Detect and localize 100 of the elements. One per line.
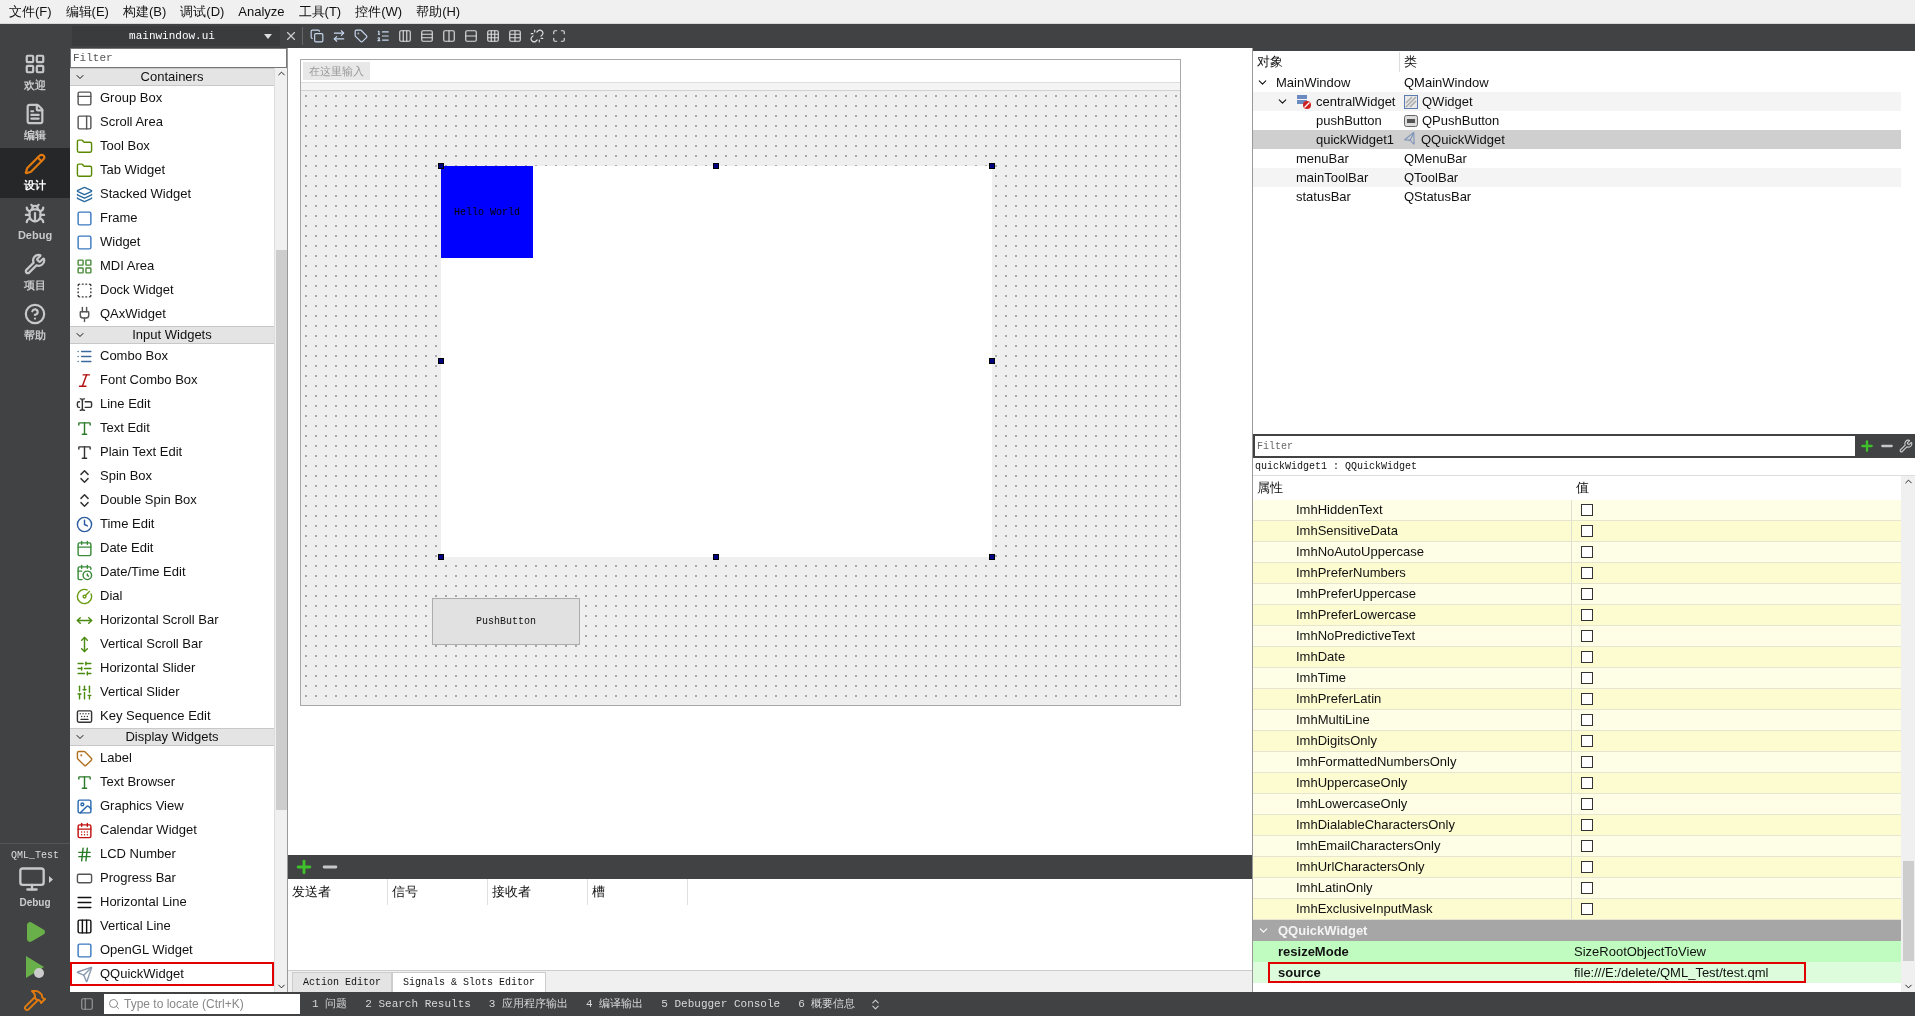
widget-item[interactable]: Vertical Slider [70, 680, 274, 704]
column-header[interactable]: 属性 [1253, 478, 1572, 498]
checkbox[interactable] [1581, 714, 1593, 726]
checkbox[interactable] [1581, 630, 1593, 642]
widget-item[interactable]: Text Edit [70, 416, 274, 440]
scrollbar[interactable] [274, 68, 287, 992]
scrollbar[interactable] [1901, 476, 1915, 992]
wrench-icon[interactable] [1899, 439, 1913, 453]
widget-item[interactable]: QQuickWidget [70, 962, 274, 986]
unlink-icon[interactable] [530, 29, 544, 43]
widget-item[interactable]: Graphics View [70, 794, 274, 818]
widget-item[interactable]: Plain Text Edit [70, 440, 274, 464]
widget-item[interactable]: Key Sequence Edit [70, 704, 274, 728]
category-header[interactable]: Display Widgets [70, 728, 274, 746]
tree-row[interactable]: quickWidget1 QQuickWidget [1253, 130, 1901, 149]
locator-field[interactable]: Type to locate (Ctrl+K) [104, 994, 300, 1014]
checkbox[interactable] [1581, 798, 1593, 810]
widget-item[interactable]: Vertical Scroll Bar [70, 632, 274, 656]
table-icon[interactable] [508, 29, 522, 43]
add-icon[interactable] [1859, 438, 1875, 454]
widget-item[interactable]: Frame [70, 206, 274, 230]
scroll-thumb[interactable] [1902, 861, 1914, 961]
editor-tab[interactable]: Signals & Slots Editor [392, 972, 547, 992]
grid-icon[interactable] [486, 29, 500, 43]
widget-item[interactable]: Label [70, 746, 274, 770]
close-icon[interactable] [284, 29, 298, 43]
arrows-icon[interactable] [332, 29, 346, 43]
widget-item[interactable]: Vertical Line [70, 914, 274, 938]
mode-tab[interactable]: 项目 [0, 248, 70, 298]
widget-item[interactable]: Tab Widget [70, 158, 274, 182]
column-header[interactable]: 类 [1400, 52, 1421, 72]
mode-tab[interactable]: 欢迎 [0, 48, 70, 98]
checkbox[interactable] [1581, 756, 1593, 768]
split-rows-icon[interactable] [464, 29, 478, 43]
widget-item[interactable]: LCD Number [70, 842, 274, 866]
widget-item[interactable]: QAxWidget [70, 302, 274, 326]
mode-tab[interactable]: 帮助 [0, 298, 70, 348]
file-selector[interactable]: mainwindow.ui [72, 26, 280, 46]
widget-item[interactable]: Horizontal Slider [70, 656, 274, 680]
widget-item[interactable]: Widget [70, 230, 274, 254]
selection-handle[interactable] [438, 358, 444, 364]
mode-tab[interactable]: 设计 [0, 148, 70, 198]
tree-row[interactable]: mainToolBar QToolBar [1253, 168, 1901, 187]
checkbox[interactable] [1581, 588, 1593, 600]
widget-item[interactable]: Stacked Widget [70, 182, 274, 206]
widget-item[interactable]: Scroll Area [70, 110, 274, 134]
checkbox[interactable] [1581, 861, 1593, 873]
widget-item[interactable]: Dock Widget [70, 278, 274, 302]
windows-icon[interactable] [310, 29, 324, 43]
checkbox[interactable] [1581, 504, 1593, 516]
checkbox[interactable] [1581, 651, 1593, 663]
output-pane-button[interactable]: 6 概要信息 [792, 995, 862, 1013]
checkbox[interactable] [1581, 546, 1593, 558]
output-pane-button[interactable]: 3 应用程序输出 [482, 995, 575, 1013]
menu-item[interactable]: 编辑(E) [58, 1, 116, 22]
mode-tab[interactable]: Debug [0, 198, 70, 248]
column-header[interactable]: 值 [1572, 478, 1593, 498]
widget-item[interactable]: Tool Box [70, 134, 274, 158]
selection-handle[interactable] [713, 163, 719, 169]
menu-item[interactable]: 调试(D) [173, 1, 232, 22]
selection-handle[interactable] [989, 163, 995, 169]
widget-item[interactable]: Progress Bar [70, 866, 274, 890]
selection-handle[interactable] [438, 163, 444, 169]
widget-item[interactable]: OpenGL Widget [70, 938, 274, 962]
widget-item[interactable]: Group Box [70, 86, 274, 110]
checkbox[interactable] [1581, 819, 1593, 831]
widget-item[interactable]: Calendar Widget [70, 818, 274, 842]
selection-handle[interactable] [438, 554, 444, 560]
tag-icon[interactable] [354, 29, 368, 43]
scroll-thumb[interactable] [275, 250, 287, 810]
menu-item[interactable]: 控件(W) [348, 1, 410, 22]
output-pane-button[interactable]: 5 Debugger Console [655, 995, 787, 1013]
output-pane-button[interactable]: 4 编译输出 [580, 995, 650, 1013]
widget-item[interactable]: Font Combo Box [70, 368, 274, 392]
hammer-icon[interactable] [23, 988, 47, 1012]
widget-item[interactable]: Date/Time Edit [70, 560, 274, 584]
widget-item[interactable]: Horizontal Line [70, 890, 274, 914]
menu-item[interactable]: 构建(B) [115, 1, 174, 22]
checkbox[interactable] [1581, 567, 1593, 579]
split-columns-icon[interactable] [442, 29, 456, 43]
output-pane-button[interactable]: 2 Search Results [359, 995, 477, 1013]
sidebar-toggle-icon[interactable] [80, 997, 94, 1011]
widget-item[interactable]: Combo Box [70, 344, 274, 368]
menu-item[interactable]: 文件(F) [2, 1, 59, 22]
numbered-list-icon[interactable] [376, 29, 390, 43]
category-header[interactable]: Input Widgets [70, 326, 274, 344]
checkbox[interactable] [1581, 525, 1593, 537]
filter-field[interactable]: Filter [70, 48, 287, 68]
resize-icon[interactable] [552, 29, 566, 43]
widget-item[interactable]: Horizontal Scroll Bar [70, 608, 274, 632]
category-header[interactable]: Containers [70, 68, 274, 86]
widget-item[interactable]: MDI Area [70, 254, 274, 278]
mode-tab[interactable]: 编辑 [0, 98, 70, 148]
checkbox[interactable] [1581, 777, 1593, 789]
widget-item[interactable]: Text Browser [70, 770, 274, 794]
checkbox[interactable] [1581, 882, 1593, 894]
push-button[interactable]: PushButton [432, 598, 580, 645]
columns-icon[interactable] [398, 29, 412, 43]
selection-handle[interactable] [713, 554, 719, 560]
checkbox[interactable] [1581, 693, 1593, 705]
